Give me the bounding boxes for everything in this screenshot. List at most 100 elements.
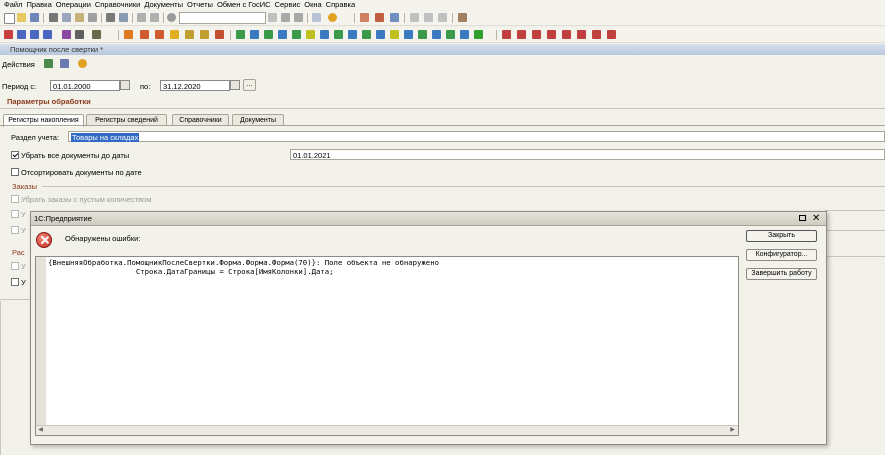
- ops-icon[interactable]: [4, 30, 13, 39]
- calendar-icon[interactable]: [120, 80, 130, 90]
- delete-icon[interactable]: [88, 13, 97, 22]
- close-button[interactable]: Закрыть: [746, 230, 817, 242]
- bank-icon[interactable]: [170, 30, 179, 39]
- help-icon[interactable]: [328, 13, 337, 22]
- report-icon-8[interactable]: [334, 30, 343, 39]
- extra-icon-3[interactable]: [532, 30, 541, 39]
- search-input[interactable]: [179, 12, 266, 24]
- undo-icon[interactable]: [137, 13, 146, 22]
- copy-icon[interactable]: [62, 13, 71, 22]
- redo-icon[interactable]: [150, 13, 159, 22]
- menu-windows[interactable]: Окна: [302, 0, 323, 10]
- report-icon-13[interactable]: [404, 30, 413, 39]
- option-checkbox[interactable]: [11, 262, 19, 270]
- report-icon-2[interactable]: [250, 30, 259, 39]
- report-icon-11[interactable]: [376, 30, 385, 39]
- extra-icon-2[interactable]: [517, 30, 526, 39]
- report-icon-4[interactable]: [278, 30, 287, 39]
- list-icon[interactable]: [43, 30, 52, 39]
- report-icon-15[interactable]: [432, 30, 441, 39]
- report-icon-12[interactable]: [390, 30, 399, 39]
- menu-documents[interactable]: Документы: [142, 0, 185, 10]
- extra-icon-4[interactable]: [547, 30, 556, 39]
- calendar-icon[interactable]: [360, 13, 369, 22]
- memory-minus-icon[interactable]: [438, 13, 447, 22]
- table-icon[interactable]: [75, 30, 84, 39]
- sort-docs-checkbox[interactable]: [11, 168, 19, 176]
- report-icon-3[interactable]: [264, 30, 273, 39]
- extra-icon-8[interactable]: [607, 30, 616, 39]
- period-select-button[interactable]: ...: [243, 79, 256, 91]
- goods-icon[interactable]: [124, 30, 133, 39]
- scroll-left-icon[interactable]: ◀: [37, 427, 44, 434]
- order-icon[interactable]: [215, 30, 224, 39]
- scroll-right-icon[interactable]: ▶: [729, 427, 736, 434]
- save-icon[interactable]: [30, 13, 39, 22]
- new-icon[interactable]: [4, 13, 15, 24]
- menu-help[interactable]: Справка: [324, 0, 357, 10]
- print-icon[interactable]: [106, 13, 115, 22]
- error-text-area[interactable]: {ВнешняяОбработка.ПомощникПослеСвертки.Ф…: [35, 256, 739, 436]
- section-select[interactable]: Товары на складах: [68, 131, 885, 142]
- report-icon-18[interactable]: [474, 30, 483, 39]
- exit-button[interactable]: Завершить работу: [746, 268, 817, 280]
- calendar-icon[interactable]: [230, 80, 240, 90]
- preview-icon[interactable]: [119, 13, 128, 22]
- tools-icon[interactable]: [390, 13, 399, 22]
- report-icon-5[interactable]: [292, 30, 301, 39]
- extra-icon-6[interactable]: [577, 30, 586, 39]
- extra-icon-5[interactable]: [562, 30, 571, 39]
- window-icon[interactable]: [312, 13, 321, 22]
- menu-service[interactable]: Сервис: [273, 0, 303, 10]
- menu-reports[interactable]: Отчеты: [185, 0, 215, 10]
- actions-menu[interactable]: Действия: [2, 60, 35, 69]
- warehouse-icon[interactable]: [200, 30, 209, 39]
- refresh-icon[interactable]: [44, 59, 53, 68]
- orders-empty-checkbox[interactable]: [11, 195, 19, 203]
- clear-search-icon[interactable]: [268, 13, 277, 22]
- report-icon-17[interactable]: [460, 30, 469, 39]
- menu-operations[interactable]: Операции: [54, 0, 93, 10]
- horizontal-scrollbar[interactable]: ◀ ▶: [36, 425, 738, 435]
- period-to-input[interactable]: 31.12.2020: [160, 80, 230, 91]
- close-icon[interactable]: ✕: [812, 212, 820, 225]
- report-icon-7[interactable]: [320, 30, 329, 39]
- menu-edit[interactable]: Правка: [24, 0, 53, 10]
- sales-icon[interactable]: [140, 30, 149, 39]
- export-icon[interactable]: [60, 59, 69, 68]
- report-icon-14[interactable]: [418, 30, 427, 39]
- sign-icon[interactable]: [92, 30, 101, 39]
- find-icon[interactable]: [167, 13, 176, 22]
- memory-plus-icon[interactable]: [424, 13, 433, 22]
- configurator-button[interactable]: Конфигуратор...: [746, 249, 817, 261]
- remove-docs-checkbox[interactable]: [11, 151, 19, 159]
- help-icon[interactable]: [78, 59, 87, 68]
- memory-m-icon[interactable]: [410, 13, 419, 22]
- purchase-icon[interactable]: [155, 30, 164, 39]
- option-checkbox[interactable]: [11, 210, 19, 218]
- open-icon[interactable]: [17, 13, 26, 22]
- paste-icon[interactable]: [75, 13, 84, 22]
- find-prev-icon[interactable]: [281, 13, 290, 22]
- cash-icon[interactable]: [185, 30, 194, 39]
- trace-icon[interactable]: [458, 13, 467, 22]
- report-icon-6[interactable]: [306, 30, 315, 39]
- report-icon-10[interactable]: [362, 30, 371, 39]
- remove-docs-date[interactable]: 01.01.2021: [290, 149, 885, 160]
- find-next-icon[interactable]: [294, 13, 303, 22]
- cut-icon[interactable]: [49, 13, 58, 22]
- calc-icon[interactable]: [375, 13, 384, 22]
- journal-icon[interactable]: [17, 30, 26, 39]
- period-from-input[interactable]: 01.01.2000: [50, 80, 120, 91]
- filter-icon[interactable]: [62, 30, 71, 39]
- menu-catalogs[interactable]: Справочники: [93, 0, 142, 10]
- report-icon-1[interactable]: [236, 30, 245, 39]
- docs-icon[interactable]: [30, 30, 39, 39]
- menu-file[interactable]: Файл: [0, 0, 24, 10]
- option-checkbox[interactable]: [11, 226, 19, 234]
- report-icon-16[interactable]: [446, 30, 455, 39]
- report-icon-9[interactable]: [348, 30, 357, 39]
- menu-gosis[interactable]: Обмен с ГосИС: [215, 0, 273, 10]
- maximize-icon[interactable]: [799, 215, 806, 221]
- option-checkbox[interactable]: [11, 278, 19, 286]
